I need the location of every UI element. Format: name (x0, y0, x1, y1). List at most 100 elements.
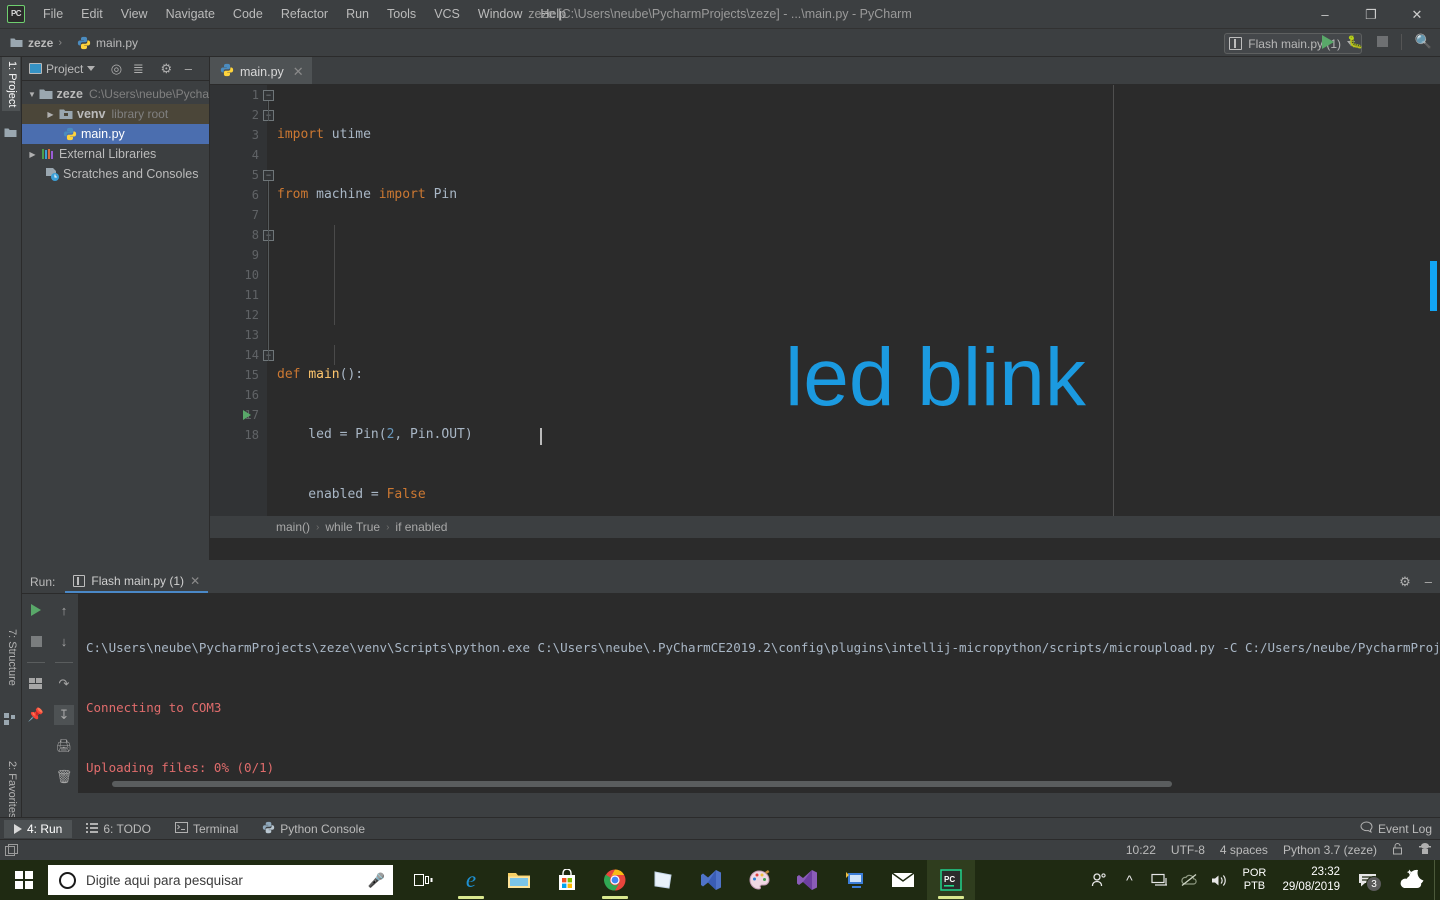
editor-tab-mainpy[interactable]: main.py ✕ (210, 57, 312, 84)
menu-vcs[interactable]: VCS (425, 3, 469, 25)
menu-help[interactable]: Help (531, 3, 575, 25)
status-indent[interactable]: 4 spaces (1220, 843, 1268, 857)
run-console-output[interactable]: C:\Users\neube\PycharmProjects\zeze\venv… (78, 594, 1440, 793)
collapse-all-icon[interactable]: ≣ (127, 58, 149, 80)
event-log-button[interactable]: Event Log (1360, 821, 1432, 836)
microphone-icon[interactable]: 🎤 (368, 872, 385, 889)
people-icon[interactable] (1084, 860, 1114, 900)
run-gutter-icon[interactable] (243, 410, 251, 420)
close-button[interactable]: ✕ (1394, 0, 1440, 29)
mail-icon[interactable] (879, 860, 927, 900)
console-hscrollbar[interactable] (112, 781, 1172, 787)
vscode-icon[interactable] (783, 860, 831, 900)
breadcrumb-while[interactable]: while True (325, 520, 380, 534)
stop-button[interactable] (1376, 36, 1388, 47)
print-button[interactable]: 🖨 (54, 736, 74, 756)
scroll-down-button[interactable]: ↓ (54, 631, 74, 651)
maximize-button[interactable]: ❐ (1348, 0, 1394, 29)
remote-desktop-icon[interactable] (831, 860, 879, 900)
windows-start-icon[interactable] (0, 860, 48, 900)
show-hidden-icons-icon[interactable]: ^ (1114, 860, 1144, 900)
status-interpreter[interactable]: Python 3.7 (zeze) (1283, 843, 1377, 857)
tool-button-run[interactable]: 4: Run (4, 819, 73, 838)
menu-code[interactable]: Code (224, 3, 272, 25)
run-button[interactable] (1322, 34, 1335, 49)
tool-button-terminal[interactable]: Terminal (165, 820, 248, 838)
sidebar-item-structure[interactable]: 7: Structure (2, 625, 20, 690)
minimize-button[interactable]: – (1302, 0, 1348, 29)
restore-layout-button[interactable] (26, 674, 46, 694)
hide-icon[interactable]: – (1425, 574, 1432, 589)
run-tab-flash-mainpy[interactable]: Flash main.py (1) ✕ (65, 570, 209, 593)
chevron-right-icon[interactable] (44, 110, 57, 119)
language-indicator[interactable]: POR PTB (1234, 867, 1274, 893)
menu-file[interactable]: File (34, 3, 72, 25)
menu-tools[interactable]: Tools (378, 3, 425, 25)
layout-toggle-icon[interactable] (0, 844, 22, 856)
scroll-to-end-button[interactable]: ↧ (54, 705, 74, 725)
breadcrumb-project[interactable]: zeze (0, 36, 53, 50)
close-icon[interactable]: ✕ (190, 574, 200, 588)
visual-studio-icon[interactable] (687, 860, 735, 900)
rerun-button[interactable] (26, 600, 46, 620)
target-icon[interactable]: ◎ (105, 58, 127, 80)
project-panel-title[interactable]: Project (22, 62, 96, 76)
menu-navigate[interactable]: Navigate (157, 3, 224, 25)
project-view-icon (29, 63, 42, 74)
gear-icon[interactable]: ⚙ (1399, 574, 1411, 590)
weather-night-icon[interactable] (1388, 860, 1434, 900)
lock-icon[interactable] (1392, 842, 1403, 858)
chevron-down-icon[interactable] (26, 90, 38, 99)
tree-node-scratches[interactable]: Scratches and Consoles (22, 164, 209, 184)
menu-window[interactable]: Window (469, 3, 531, 25)
editor-body[interactable]: 1 2 3 4 5 6 7 8 9 10 11 12 13 14 15 16 1… (210, 85, 1440, 538)
search-everywhere-button[interactable]: 🔍 (1415, 33, 1432, 50)
taskbar-search-input[interactable]: Digite aqui para pesquisar 🎤 (48, 865, 393, 895)
breadcrumb-if[interactable]: if enabled (395, 520, 447, 534)
chrome-icon[interactable] (591, 860, 639, 900)
action-center-icon[interactable]: 3 (1348, 860, 1388, 900)
volume-icon[interactable] (1204, 860, 1234, 900)
paint-icon[interactable] (735, 860, 783, 900)
editor-gutter[interactable]: 1 2 3 4 5 6 7 8 9 10 11 12 13 14 15 16 1… (210, 85, 274, 538)
debug-button[interactable]: 🐛 (1347, 34, 1363, 50)
status-encoding[interactable]: UTF-8 (1171, 843, 1205, 857)
tree-node-mainpy[interactable]: main.py (22, 124, 209, 144)
menu-edit[interactable]: Edit (72, 3, 112, 25)
clock[interactable]: 23:32 29/08/2019 (1274, 865, 1348, 895)
breadcrumb-main[interactable]: main() (276, 520, 310, 534)
soft-wrap-button[interactable]: ↷ (54, 674, 74, 694)
tree-node-external-libraries[interactable]: External Libraries (22, 144, 209, 164)
gear-icon[interactable]: ⚙ (155, 58, 177, 80)
scroll-up-button[interactable]: ↑ (54, 600, 74, 620)
menu-run[interactable]: Run (337, 3, 378, 25)
pin-button[interactable]: 📌 (26, 705, 46, 725)
pycharm-icon[interactable]: PC (927, 860, 975, 900)
edge-icon[interactable]: e (447, 860, 495, 900)
file-explorer-icon[interactable] (495, 860, 543, 900)
tool-button-python-console[interactable]: Python Console (252, 819, 375, 839)
onedrive-icon[interactable] (1174, 860, 1204, 900)
network-icon[interactable] (1144, 860, 1174, 900)
menu-refactor[interactable]: Refactor (272, 3, 337, 25)
sidebar-item-favorites[interactable]: 2: Favorites (2, 757, 20, 822)
hector-icon[interactable] (1418, 842, 1432, 858)
microsoft-store-icon[interactable] (543, 860, 591, 900)
tool-button-todo[interactable]: 6: TODO (76, 820, 161, 838)
tree-node-venv[interactable]: venv library root (22, 104, 209, 124)
menu-view[interactable]: View (112, 3, 157, 25)
sidebar-item-project[interactable]: 1: Project (2, 57, 20, 112)
show-desktop-button[interactable] (1434, 860, 1440, 900)
task-view-icon[interactable] (399, 860, 447, 900)
python-console-icon (262, 821, 275, 837)
code-content[interactable]: import utime from machine import Pin def… (267, 85, 1440, 538)
hide-icon[interactable]: – (177, 58, 199, 80)
breadcrumb-file[interactable]: main.py (67, 36, 138, 50)
tree-node-zeze[interactable]: zeze C:\Users\neube\Pycha (22, 84, 209, 104)
sticky-notes-icon[interactable] (639, 860, 687, 900)
close-icon[interactable]: ✕ (293, 64, 304, 80)
stop-button[interactable] (26, 631, 46, 651)
chevron-right-icon[interactable] (26, 150, 39, 159)
clear-all-button[interactable]: 🗑 (54, 767, 74, 787)
